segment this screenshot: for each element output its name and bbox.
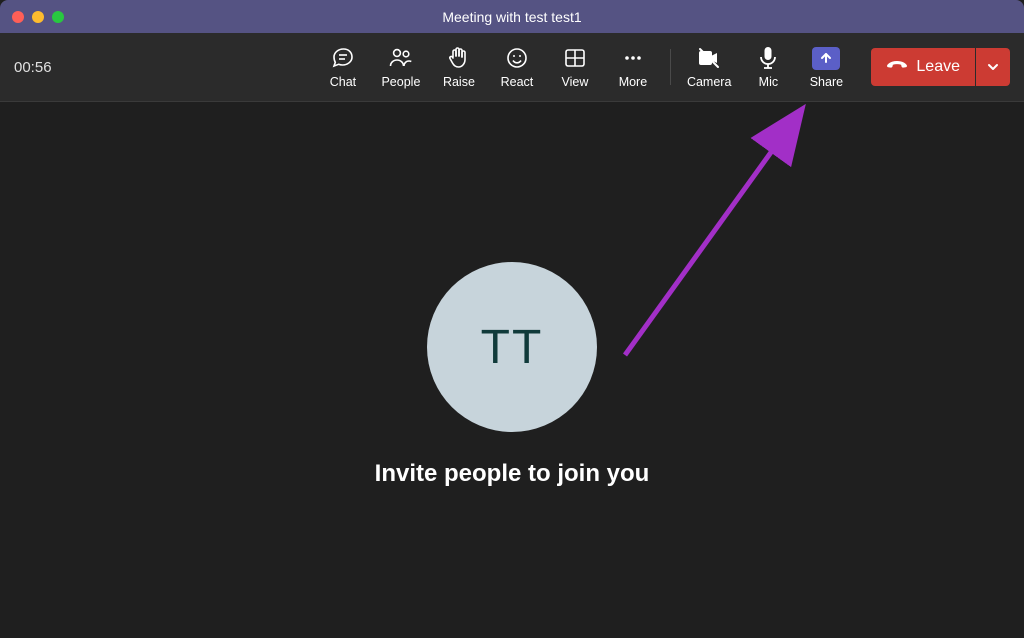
meeting-toolbar: 00:56 Chat People: [0, 33, 1024, 102]
view-label: View: [562, 75, 589, 89]
share-screen-icon: [812, 45, 840, 71]
meeting-stage: TT Invite people to join you: [0, 102, 1024, 638]
leave-options-button[interactable]: [976, 48, 1010, 86]
ellipsis-icon: [621, 45, 645, 71]
camera-button[interactable]: Camera: [681, 37, 737, 97]
chat-button[interactable]: Chat: [316, 37, 370, 97]
people-icon: [387, 45, 415, 71]
view-button[interactable]: View: [548, 37, 602, 97]
raise-label: Raise: [443, 75, 475, 89]
mic-button[interactable]: Mic: [741, 37, 795, 97]
window-controls: [0, 11, 64, 23]
share-button[interactable]: Share: [799, 37, 853, 97]
leave-button-group: Leave: [871, 48, 1010, 86]
camera-off-icon: [695, 45, 723, 71]
window-title: Meeting with test test1: [0, 9, 1024, 25]
smile-icon: [505, 45, 529, 71]
call-timer: 00:56: [14, 59, 52, 76]
raise-hand-icon: [447, 45, 471, 71]
share-label: Share: [810, 75, 843, 89]
people-button[interactable]: People: [374, 37, 428, 97]
more-button[interactable]: More: [606, 37, 660, 97]
mic-icon: [757, 45, 779, 71]
react-button[interactable]: React: [490, 37, 544, 97]
more-label: More: [619, 75, 647, 89]
people-label: People: [381, 75, 420, 89]
avatar-initials: TT: [481, 320, 544, 375]
mic-label: Mic: [759, 75, 778, 89]
chat-label: Chat: [330, 75, 356, 89]
chat-icon: [330, 45, 356, 71]
chevron-down-icon: [986, 60, 1000, 74]
leave-label: Leave: [916, 58, 960, 76]
toolbar-separator: [670, 49, 671, 85]
raise-hand-button[interactable]: Raise: [432, 37, 486, 97]
grid-icon: [563, 45, 587, 71]
close-window-button[interactable]: [12, 11, 24, 23]
hangup-icon: [886, 57, 908, 78]
invite-prompt: Invite people to join you: [375, 460, 650, 488]
react-label: React: [501, 75, 534, 89]
maximize-window-button[interactable]: [52, 11, 64, 23]
window-titlebar: Meeting with test test1: [0, 0, 1024, 33]
participant-avatar: TT: [427, 262, 597, 432]
minimize-window-button[interactable]: [32, 11, 44, 23]
leave-button[interactable]: Leave: [871, 48, 975, 86]
camera-label: Camera: [687, 75, 731, 89]
